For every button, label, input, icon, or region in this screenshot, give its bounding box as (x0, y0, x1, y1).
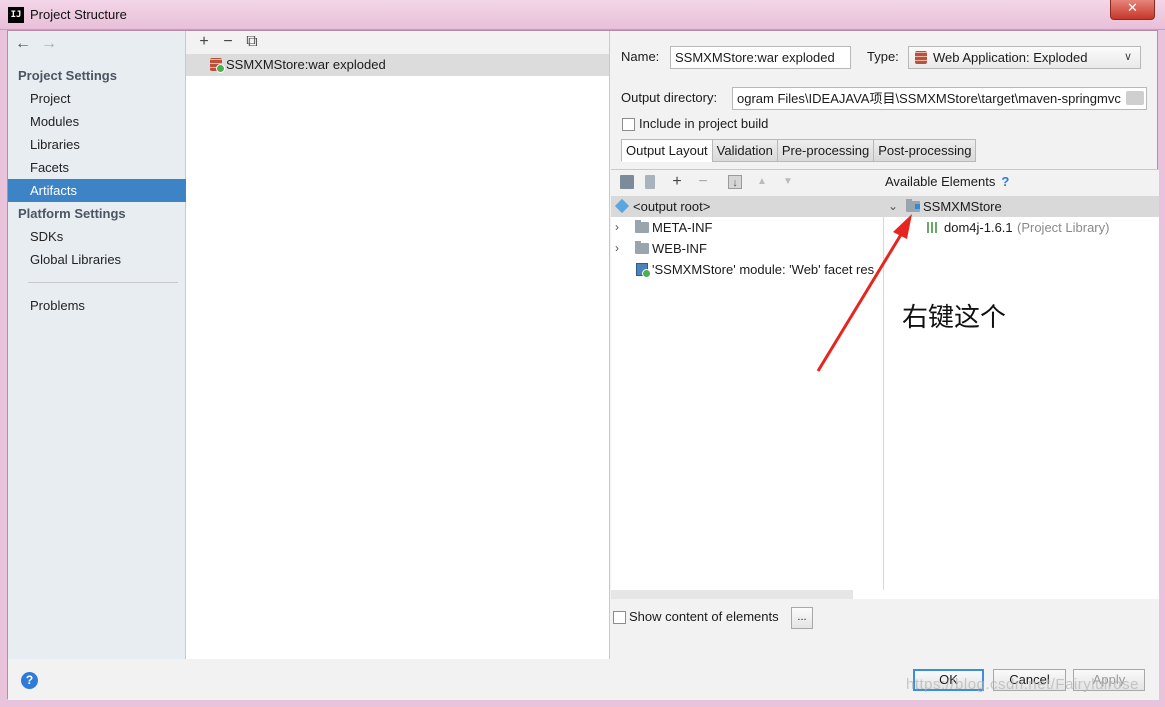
sidebar-item-sdks[interactable]: SDKs (8, 225, 186, 248)
chevron-down-icon: ∨ (1123, 51, 1132, 63)
annotation-text: 右键这个 (902, 303, 1007, 333)
tree-node-output-root[interactable]: <output root> (611, 196, 883, 217)
tab-validation[interactable]: Validation (711, 139, 777, 162)
chevron-right-icon[interactable]: › (615, 238, 619, 259)
group-project-settings: Project Settings (18, 68, 117, 83)
war-exploded-icon (210, 58, 225, 73)
intellij-icon: IJ (8, 7, 24, 23)
type-select[interactable]: Web Application: Exploded ∨ (908, 46, 1141, 69)
create-archive-icon[interactable] (645, 175, 655, 189)
back-arrow-icon[interactable]: ← (15, 35, 41, 53)
type-label: Type: (867, 49, 899, 64)
show-content-label: Show content of elements (629, 609, 779, 624)
remove-icon[interactable]: − (216, 31, 240, 53)
include-in-build-label: Include in project build (639, 116, 769, 131)
web-app-icon (915, 51, 927, 64)
horizontal-scrollbar[interactable] (611, 590, 853, 599)
forward-arrow-icon[interactable]: → (41, 35, 67, 53)
watermark-text: https://blog.csdn.net/Fairylulrose (906, 676, 1139, 693)
tab-post-processing[interactable]: Post-processing (873, 139, 977, 162)
tab-output-layout[interactable]: Output Layout (621, 139, 712, 162)
output-layout-panel: + − ↓ ▲ ▼ Available Elements? <output ro… (611, 169, 1159, 660)
web-inf-label: WEB-INF (652, 241, 707, 256)
copy-icon[interactable]: ⧉ (240, 31, 264, 53)
available-elements-header: Available Elements? (884, 170, 1159, 196)
library-note: (Project Library) (1017, 220, 1110, 235)
output-directory-value: ogram Files\IDEAJAVA项目\SSMXMStore\target… (737, 91, 1121, 106)
project-label: SSMXMStore (923, 199, 1002, 214)
tree-node-library[interactable]: dom4j-1.6.1 (Project Library) (884, 217, 1159, 238)
group-platform-settings: Platform Settings (18, 206, 126, 221)
sidebar-item-facets[interactable]: Facets (8, 156, 186, 179)
tab-pre-processing[interactable]: Pre-processing (776, 139, 874, 162)
sidebar-item-global-libraries[interactable]: Global Libraries (8, 248, 186, 271)
folder-icon (635, 241, 649, 254)
available-elements-tree: ⌄ SSMXMStore dom4j-1.6.1 (Project Librar… (884, 196, 1159, 590)
type-select-value: Web Application: Exploded (933, 50, 1088, 65)
create-directory-icon[interactable] (620, 175, 634, 189)
artifact-item[interactable]: SSMXMStore:war exploded (186, 54, 609, 76)
sidebar-divider (28, 282, 178, 283)
move-up-icon[interactable]: ▲ (755, 175, 769, 189)
help-button[interactable]: ? (21, 672, 38, 689)
sort-elements-icon[interactable]: ↓ (728, 175, 742, 189)
add-icon[interactable]: + (192, 31, 216, 53)
include-in-build-checkbox[interactable] (622, 118, 635, 131)
layout-bottom-bar: Show content of elements ... (611, 599, 1159, 660)
folder-icon (635, 220, 649, 233)
project-folder-icon (906, 199, 920, 212)
module-icon (636, 263, 651, 278)
remove-element-icon[interactable]: − (696, 174, 710, 190)
add-copy-icon[interactable]: + (670, 174, 684, 190)
library-icon (927, 222, 939, 233)
sidebar-item-libraries[interactable]: Libraries (8, 133, 186, 156)
more-options-button[interactable]: ... (791, 607, 813, 629)
tree-node-meta-inf[interactable]: › META-INF (611, 217, 883, 238)
sidebar-item-artifacts[interactable]: Artifacts (8, 179, 186, 202)
output-root-icon (614, 198, 630, 214)
show-content-checkbox[interactable] (613, 611, 626, 624)
chevron-right-icon[interactable]: › (615, 217, 619, 238)
sidebar-item-project[interactable]: Project (8, 87, 186, 110)
tab-strip: Output Layout Validation Pre-processing … (621, 139, 977, 162)
layout-toolbar: + − ↓ ▲ ▼ (611, 170, 884, 196)
window-title: Project Structure (30, 7, 127, 22)
available-elements-label: Available Elements (885, 174, 996, 189)
module-facet-label: 'SSMXMStore' module: 'Web' facet res (652, 262, 875, 277)
library-label: dom4j-1.6.1 (944, 220, 1013, 235)
output-directory-field[interactable]: ogram Files\IDEAJAVA项目\SSMXMStore\target… (732, 87, 1147, 110)
artifact-toolbar: + − ⧉ (186, 31, 609, 54)
settings-sidebar: ← → Project Settings Project Modules Libr… (8, 31, 186, 659)
help-icon[interactable]: ? (1001, 174, 1009, 189)
tree-node-web-inf[interactable]: › WEB-INF (611, 238, 883, 259)
move-down-icon[interactable]: ▼ (781, 175, 795, 189)
tree-node-project[interactable]: ⌄ SSMXMStore (884, 196, 1159, 217)
close-button[interactable]: ✕ (1110, 0, 1155, 20)
artifact-item-label: SSMXMStore:war exploded (226, 57, 386, 72)
sidebar-item-problems[interactable]: Problems (8, 294, 186, 317)
artifact-detail-pane: Name: SSMXMStore:war exploded Type: Web … (611, 31, 1159, 660)
tree-node-module-facet[interactable]: 'SSMXMStore' module: 'Web' facet res (611, 259, 883, 280)
sidebar-item-modules[interactable]: Modules (8, 110, 186, 133)
output-tree: <output root> › META-INF › WEB-INF 'SSMX… (611, 196, 884, 590)
chevron-down-icon[interactable]: ⌄ (888, 196, 898, 217)
output-root-label: <output root> (633, 199, 711, 214)
output-directory-label: Output directory: (621, 90, 718, 105)
name-label: Name: (621, 49, 660, 64)
meta-inf-label: META-INF (652, 220, 713, 235)
browse-folder-icon[interactable] (1126, 91, 1144, 105)
title-bar: IJ Project Structure ✕ (0, 0, 1165, 30)
name-field[interactable]: SSMXMStore:war exploded (670, 46, 851, 69)
artifact-list-pane: + − ⧉ SSMXMStore:war exploded (186, 31, 610, 659)
dialog-body: ← → Project Settings Project Modules Libr… (7, 30, 1159, 700)
